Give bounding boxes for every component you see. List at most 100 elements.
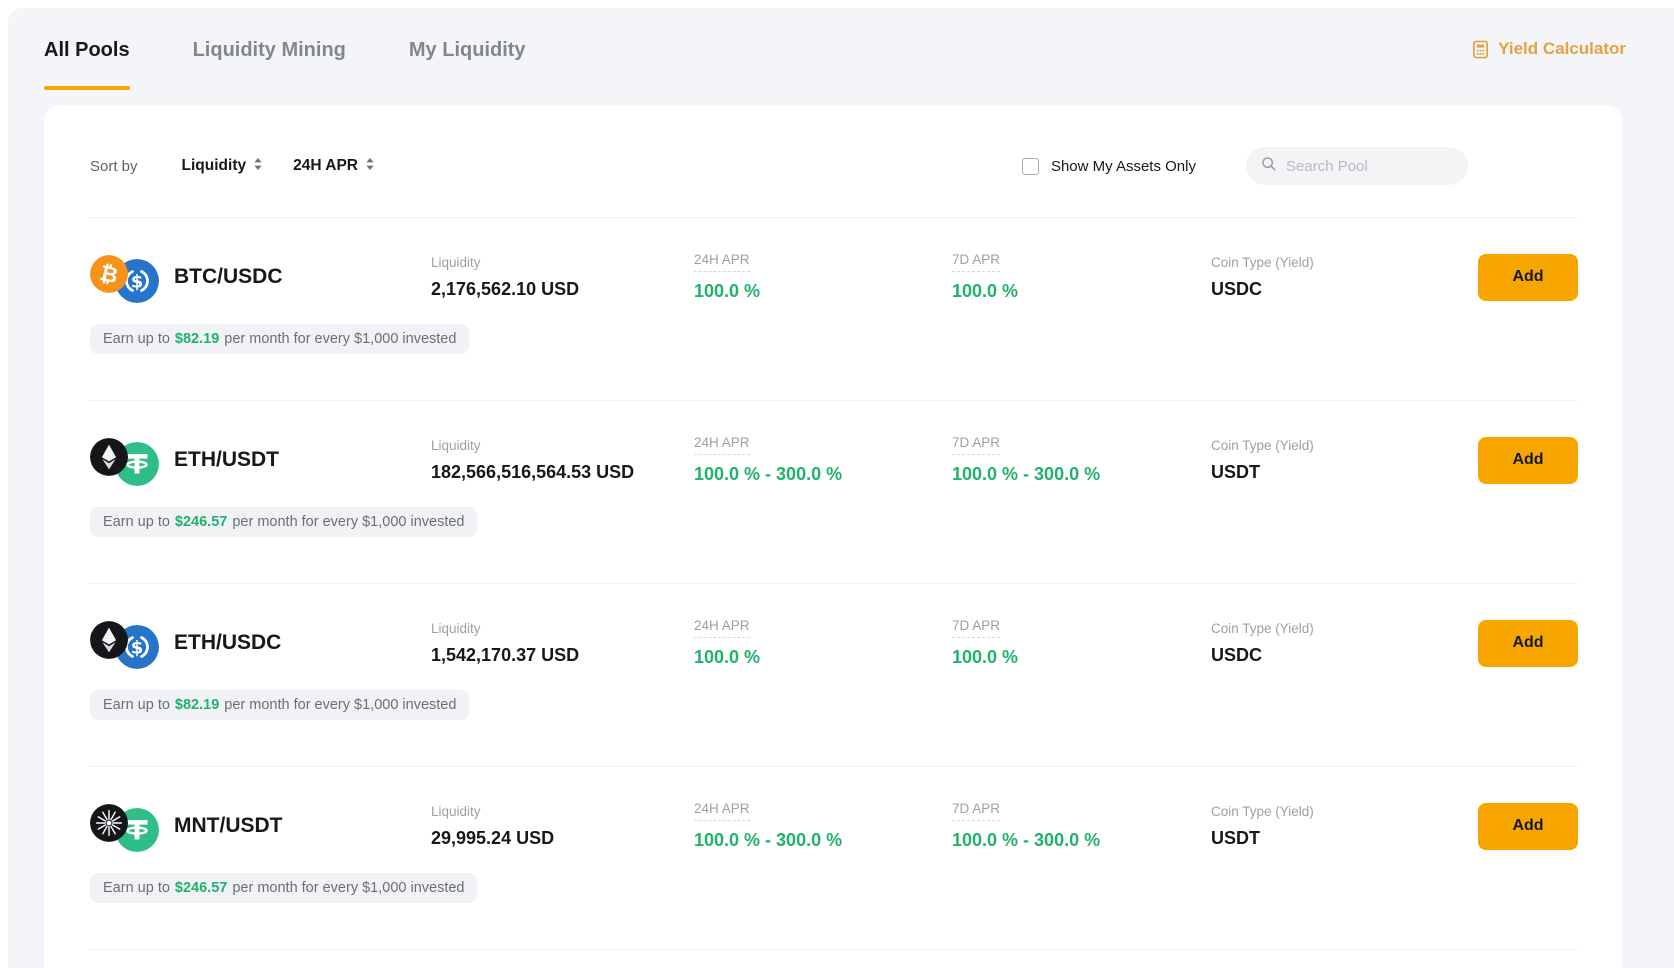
liquidity-label: Liquidity	[431, 804, 694, 819]
coin-type-cell: Coin Type (Yield) USDC	[1211, 255, 1471, 300]
earn-amount: $82.19	[175, 697, 219, 713]
sort-arrows-icon	[253, 157, 263, 175]
coin-type-value: USDT	[1211, 462, 1471, 483]
apr-24h-label[interactable]: 24H APR	[694, 618, 750, 638]
sort-arrows-icon	[365, 157, 375, 175]
tab-bar: All Pools Liquidity Mining My Liquidity …	[8, 8, 1674, 90]
tab-label: My Liquidity	[409, 36, 526, 64]
earn-amount: $246.57	[175, 880, 227, 896]
add-button[interactable]: Add	[1478, 254, 1578, 301]
liquidity-label: Liquidity	[431, 621, 694, 636]
search-icon	[1260, 155, 1277, 177]
apr-7d-value: 100.0 % - 300.0 %	[952, 830, 1211, 851]
pair-icons	[90, 616, 162, 670]
calculator-icon	[1471, 40, 1490, 59]
tab-my-liquidity[interactable]: My Liquidity	[409, 36, 526, 64]
apr-24h-value: 100.0 % - 300.0 %	[694, 464, 952, 485]
earn-note: Earn up to $246.57 per month for every $…	[90, 507, 477, 537]
coin-type-cell: Coin Type (Yield) USDC	[1211, 621, 1471, 666]
eth-icon	[90, 621, 128, 659]
btc-icon	[90, 255, 128, 293]
earn-note: Earn up to $246.57 per month for every $…	[90, 873, 477, 903]
pair-cell: ETH/USDT	[90, 433, 431, 487]
tab-liquidity-mining[interactable]: Liquidity Mining	[193, 36, 346, 64]
apr-7d-cell: 7D APR 100.0 % - 300.0 %	[952, 801, 1211, 851]
toolbar-right: Show My Assets Only	[1022, 147, 1468, 185]
apr-7d-label[interactable]: 7D APR	[952, 801, 1000, 821]
coin-type-value: USDC	[1211, 279, 1471, 300]
pair-cell: BTC/USDC	[90, 250, 431, 304]
yield-calculator-label: Yield Calculator	[1498, 39, 1626, 59]
coin-type-label: Coin Type (Yield)	[1211, 438, 1471, 453]
search-pool-input[interactable]	[1286, 158, 1454, 175]
pair-icons	[90, 799, 162, 853]
liquidity-value: 182,566,516,564.53 USD	[431, 462, 694, 483]
coin-type-cell: Coin Type (Yield) USDT	[1211, 804, 1471, 849]
yield-calculator-link[interactable]: Yield Calculator	[1471, 36, 1626, 59]
apr-7d-cell: 7D APR 100.0 % - 300.0 %	[952, 435, 1211, 485]
pair-cell: ETH/USDC	[90, 616, 431, 670]
apr-24h-label[interactable]: 24H APR	[694, 801, 750, 821]
add-button[interactable]: Add	[1478, 803, 1578, 850]
active-tab-underline	[44, 86, 130, 90]
apr-7d-value: 100.0 % - 300.0 %	[952, 464, 1211, 485]
apr-7d-value: 100.0 %	[952, 281, 1211, 302]
pair-cell: MNT/USDT	[90, 799, 431, 853]
pools-card: Sort by Liquidity 24H APR Show My Assets…	[44, 105, 1622, 968]
liquidity-label: Liquidity	[431, 438, 694, 453]
coin-type-value: USDC	[1211, 645, 1471, 666]
eth-icon	[90, 438, 128, 476]
toolbar: Sort by Liquidity 24H APR Show My Assets…	[90, 105, 1578, 218]
earn-note: Earn up to $82.19 per month for every $1…	[90, 690, 469, 720]
liquidity-value: 2,176,562.10 USD	[431, 279, 694, 300]
apr-24h-cell: 24H APR 100.0 % - 300.0 %	[694, 801, 952, 851]
show-my-assets-checkbox[interactable]	[1022, 158, 1039, 175]
coin-type-label: Coin Type (Yield)	[1211, 621, 1471, 636]
add-button[interactable]: Add	[1478, 620, 1578, 667]
tab-all-pools[interactable]: All Pools	[44, 36, 130, 90]
apr-7d-label[interactable]: 7D APR	[952, 618, 1000, 638]
coin-type-value: USDT	[1211, 828, 1471, 849]
pair-name: BTC/USDC	[174, 265, 283, 289]
show-my-assets-toggle: Show My Assets Only	[1022, 158, 1196, 175]
tab-label: Liquidity Mining	[193, 36, 346, 64]
search-pool-box	[1246, 147, 1468, 185]
sort-by-liquidity[interactable]: Liquidity	[182, 157, 264, 175]
liquidity-cell: Liquidity 29,995.24 USD	[431, 804, 694, 849]
coin-type-cell: Coin Type (Yield) USDT	[1211, 438, 1471, 483]
pool-row-eth-usdt: ETH/USDT Liquidity 182,566,516,564.53 US…	[90, 401, 1578, 584]
apr-24h-value: 100.0 % - 300.0 %	[694, 830, 952, 851]
liquidity-label: Liquidity	[431, 255, 694, 270]
show-my-assets-label[interactable]: Show My Assets Only	[1051, 158, 1196, 175]
earn-amount: $246.57	[175, 514, 227, 530]
pools-page: All Pools Liquidity Mining My Liquidity …	[8, 8, 1674, 968]
pool-row-eth-usdc: ETH/USDC Liquidity 1,542,170.37 USD 24H …	[90, 584, 1578, 767]
apr-7d-label[interactable]: 7D APR	[952, 435, 1000, 455]
earn-amount: $82.19	[175, 331, 219, 347]
apr-24h-value: 100.0 %	[694, 281, 952, 302]
apr-7d-cell: 7D APR 100.0 %	[952, 252, 1211, 302]
pair-name: MNT/USDT	[174, 814, 283, 838]
apr-24h-value: 100.0 %	[694, 647, 952, 668]
apr-24h-cell: 24H APR 100.0 %	[694, 252, 952, 302]
sort-by-24h-apr[interactable]: 24H APR	[293, 157, 375, 175]
liquidity-cell: Liquidity 1,542,170.37 USD	[431, 621, 694, 666]
tab-label: All Pools	[44, 36, 130, 64]
pool-row-btc-usdc: BTC/USDC Liquidity 2,176,562.10 USD 24H …	[90, 218, 1578, 401]
apr-7d-label[interactable]: 7D APR	[952, 252, 1000, 272]
pair-icons	[90, 250, 162, 304]
pair-name: ETH/USDC	[174, 631, 281, 655]
mnt-icon	[90, 804, 128, 842]
add-button[interactable]: Add	[1478, 437, 1578, 484]
pair-icons	[90, 433, 162, 487]
apr-24h-cell: 24H APR 100.0 % - 300.0 %	[694, 435, 952, 485]
earn-note: Earn up to $82.19 per month for every $1…	[90, 324, 469, 354]
liquidity-cell: Liquidity 182,566,516,564.53 USD	[431, 438, 694, 483]
coin-type-label: Coin Type (Yield)	[1211, 804, 1471, 819]
apr-7d-cell: 7D APR 100.0 %	[952, 618, 1211, 668]
coin-type-label: Coin Type (Yield)	[1211, 255, 1471, 270]
pair-name: ETH/USDT	[174, 448, 279, 472]
apr-24h-label[interactable]: 24H APR	[694, 435, 750, 455]
pool-row-mnt-usdt: MNT/USDT Liquidity 29,995.24 USD 24H APR…	[90, 767, 1578, 950]
apr-24h-label[interactable]: 24H APR	[694, 252, 750, 272]
